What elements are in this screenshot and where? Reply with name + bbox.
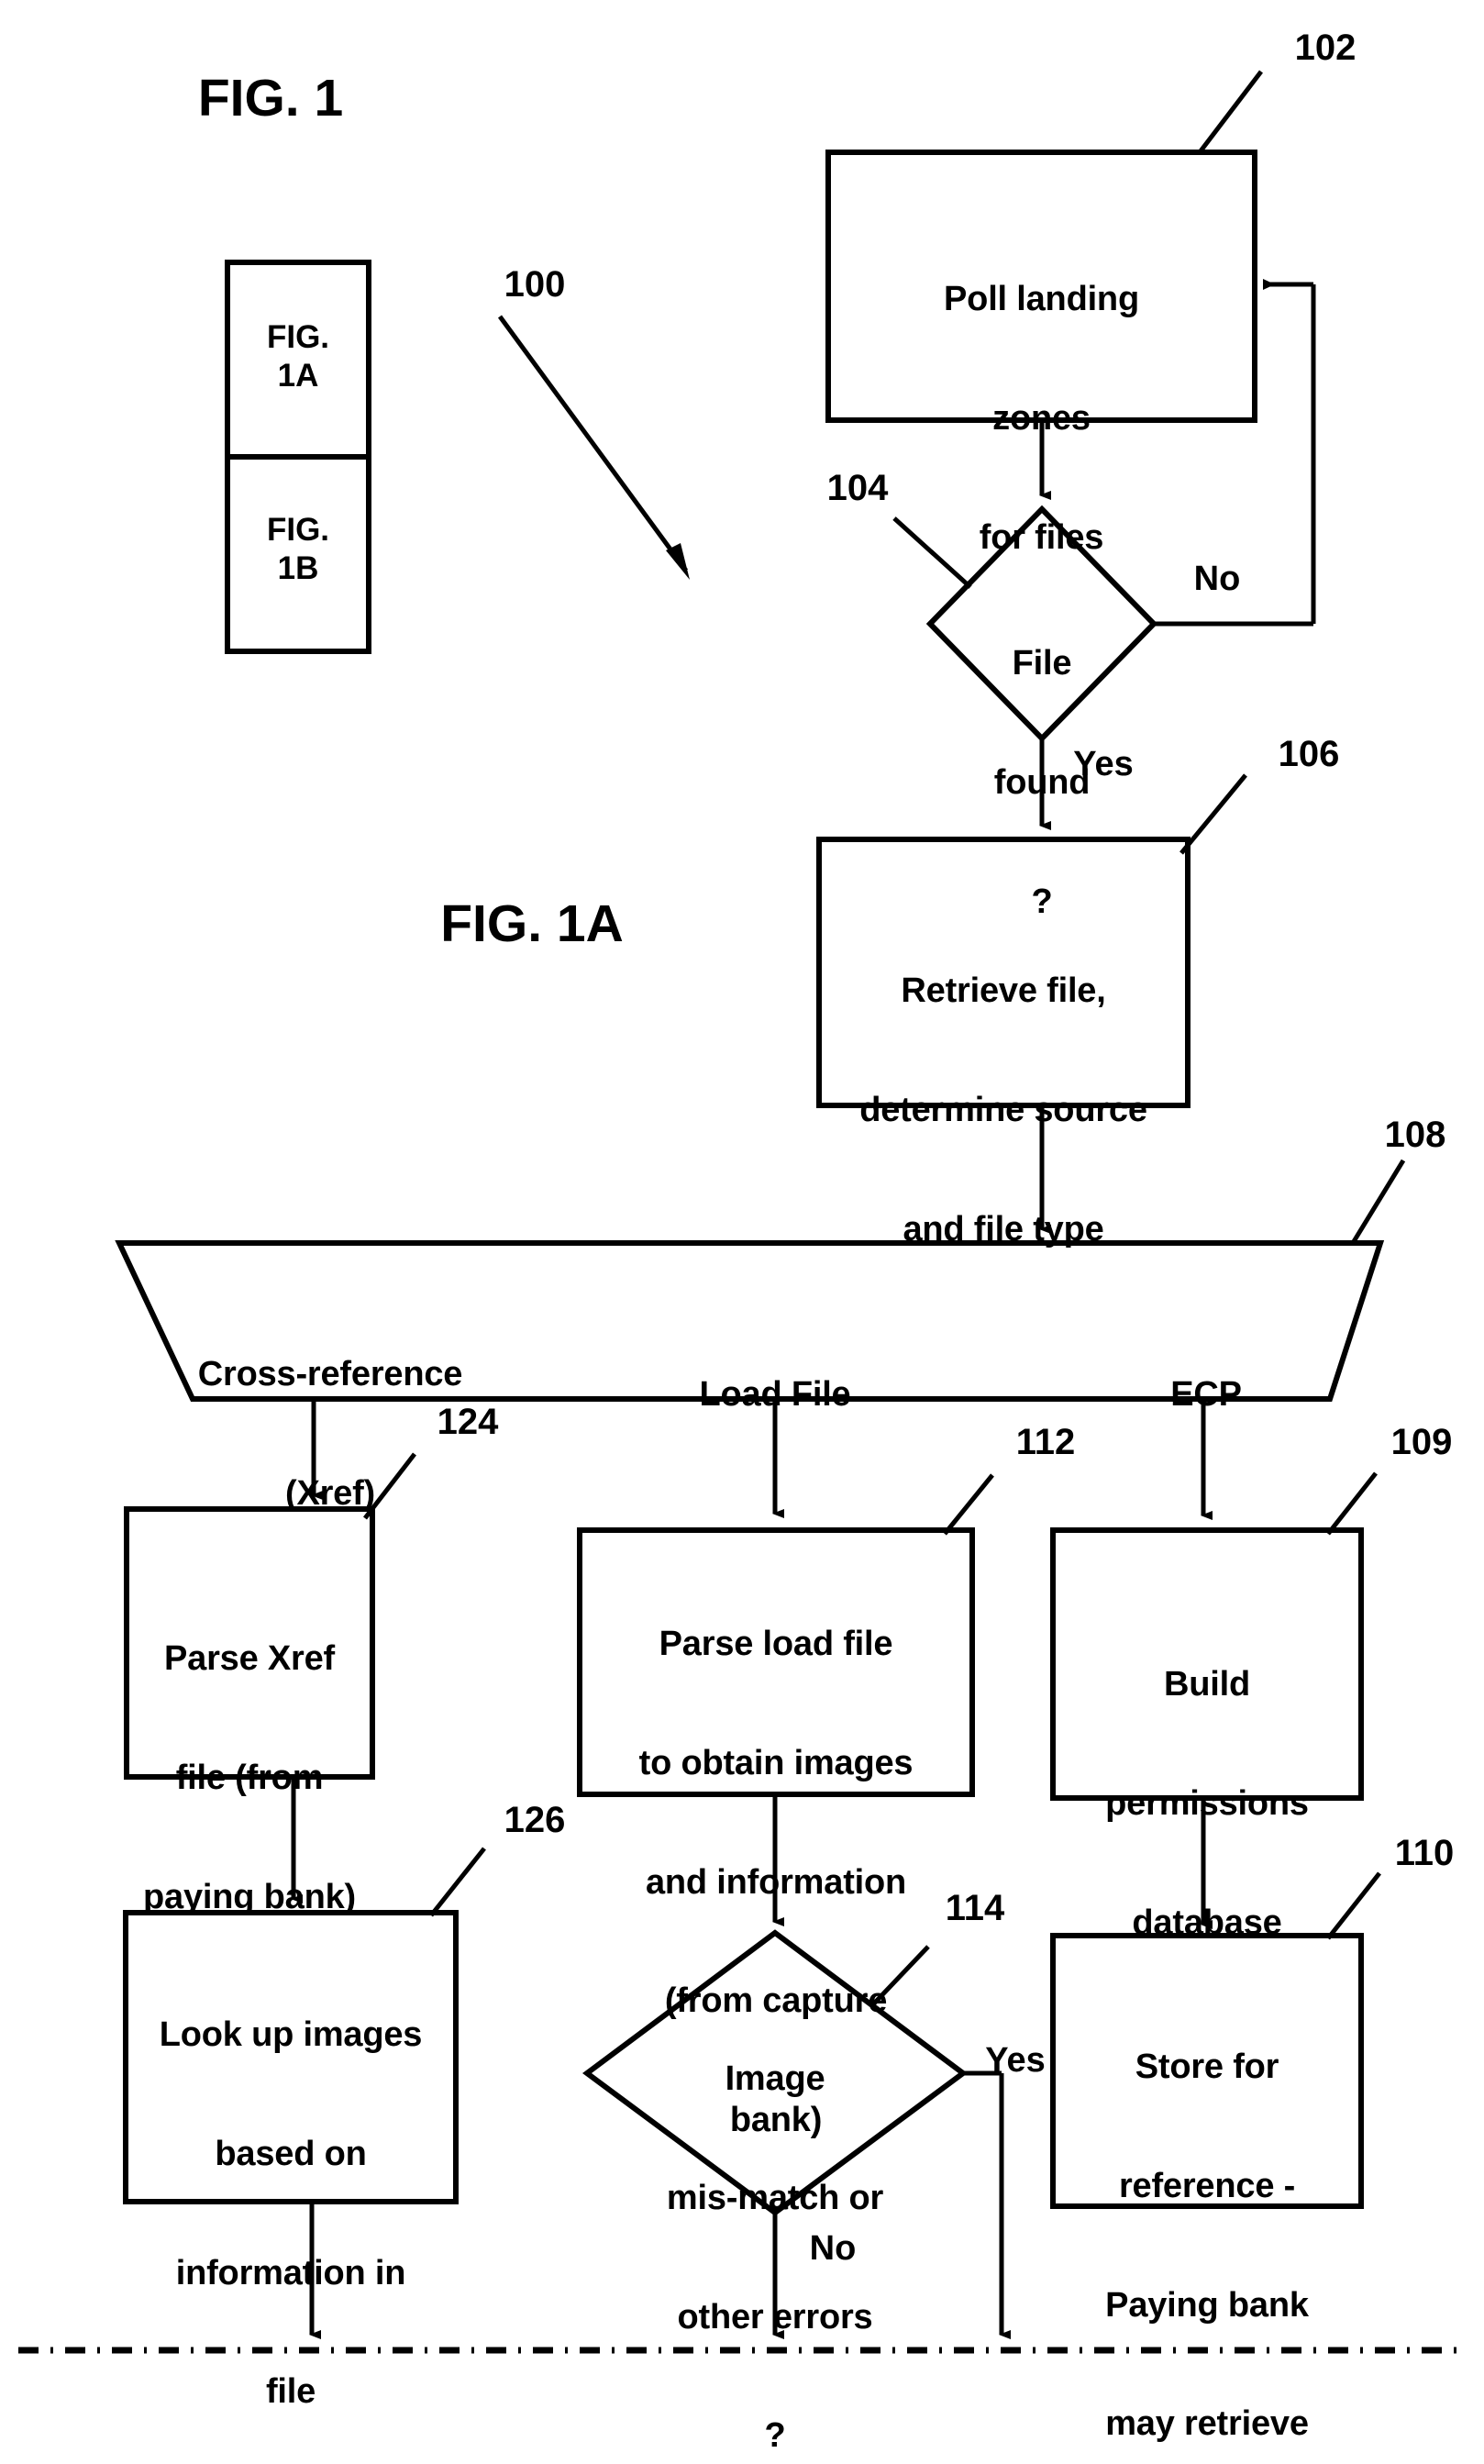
edge-label-mismatch-no: No [809, 2229, 857, 2268]
node-110-line-3: Paying bank [1105, 2285, 1309, 2325]
node-114-line-2: mis-match or [666, 2178, 884, 2217]
diagram-ref-leader-100 [497, 315, 690, 580]
node-108-branch-loadfile: Load File [624, 1295, 926, 1494]
node-108-branch-ecp: ECP [1082, 1295, 1330, 1494]
node-106-label: Retrieve file, determine source and file… [819, 892, 1188, 1328]
node-110-line-1: Store for [1135, 2047, 1279, 2086]
ref-number-102: 102 [1294, 28, 1357, 68]
leader-102 [1198, 70, 1263, 154]
leader-126 [429, 1847, 486, 1917]
node-112-line-1: Parse load file [659, 1624, 893, 1663]
node-114-line-3: other errors [677, 2297, 873, 2336]
node-102-line-3: for files [979, 517, 1104, 557]
edge-label-file-found-yes: Yes [1073, 745, 1134, 783]
node-108-branch-ecp-line-1: ECP [1170, 1374, 1242, 1414]
key-panel-fig1b-line1: FIG. [266, 512, 330, 548]
leader-112 [943, 1473, 994, 1536]
node-126-line-4: file [265, 2372, 316, 2412]
leader-106 [1179, 773, 1247, 855]
node-108-branch-xref-line-2: (Xref) [284, 1473, 376, 1513]
node-124-line-2: file (from [175, 1758, 324, 1797]
node-109-line-3: database [1132, 1903, 1282, 1942]
node-126-line-1: Look up images [159, 2014, 423, 2054]
ref-number-114: 114 [945, 1888, 1005, 1928]
node-108-branch-xref-line-1: Cross-reference [197, 1354, 463, 1393]
node-124-line-3: paying bank) [143, 1877, 356, 1916]
node-126-line-3: information in [175, 2253, 406, 2292]
figure-main-title: FIG. 1 [197, 69, 344, 128]
node-112-line-3: and information [645, 1862, 907, 1902]
node-124-line-1: Parse Xref [163, 1638, 335, 1678]
ref-number-106: 106 [1278, 734, 1340, 774]
key-panel-fig1a-line2: 1A [277, 358, 319, 394]
node-102-line-1: Poll landing [944, 279, 1139, 318]
leader-108 [1350, 1159, 1406, 1245]
patent-figure-page: FIG. 1 FIG. 1A FIG. 1B 100 FIG. 1A 102 P… [0, 0, 1484, 2464]
key-panel-fig1b-line2: 1B [277, 550, 319, 586]
ref-number-108: 108 [1384, 1115, 1446, 1155]
node-106-line-2: determine source [859, 1090, 1147, 1129]
node-114-line-4: ? [764, 2416, 786, 2456]
node-109-line-1: Build [1164, 1664, 1250, 1704]
node-109-line-2: permissions [1105, 1783, 1309, 1823]
edge-label-file-found-no: No [1193, 560, 1241, 598]
node-110-label: Store for reference - Paying bank may re… [1053, 1968, 1361, 2464]
ref-number-100: 100 [504, 264, 566, 305]
ref-number-104: 104 [826, 468, 889, 508]
sheet-title-fig1a: FIG. 1A [440, 894, 624, 953]
ref-number-124: 124 [437, 1402, 499, 1442]
node-106-line-3: and file type [903, 1209, 1104, 1249]
node-126-label: Look up images based on information in f… [126, 1936, 456, 2464]
node-110-line-2: reference - [1118, 2166, 1296, 2205]
node-109-label: Build permissions database [1053, 1585, 1361, 2022]
node-114-label: Image mis-match or other errors ? [587, 1980, 963, 2464]
node-104-line-1: File [1012, 643, 1072, 683]
ref-number-112: 112 [1015, 1422, 1076, 1462]
node-112-line-2: to obtain images [638, 1743, 914, 1782]
node-124-label: Parse Xref file (from paying bank) [127, 1559, 372, 1996]
ref-number-110: 110 [1394, 1833, 1455, 1873]
leader-109 [1326, 1471, 1378, 1536]
node-102-line-2: zones [992, 398, 1091, 438]
ref-number-109: 109 [1390, 1422, 1453, 1462]
node-108-branch-loadfile-line-1: Load File [699, 1374, 851, 1414]
node-114-line-1: Image [725, 2059, 825, 2098]
edge-label-mismatch-yes: Yes [985, 2041, 1046, 2080]
node-106-line-1: Retrieve file, [901, 971, 1106, 1010]
key-panel-fig1a-line1: FIG. [266, 319, 330, 355]
node-126-line-2: based on [215, 2134, 367, 2173]
node-110-line-4: may retrieve [1105, 2404, 1309, 2444]
ref-number-126: 126 [504, 1800, 566, 1840]
